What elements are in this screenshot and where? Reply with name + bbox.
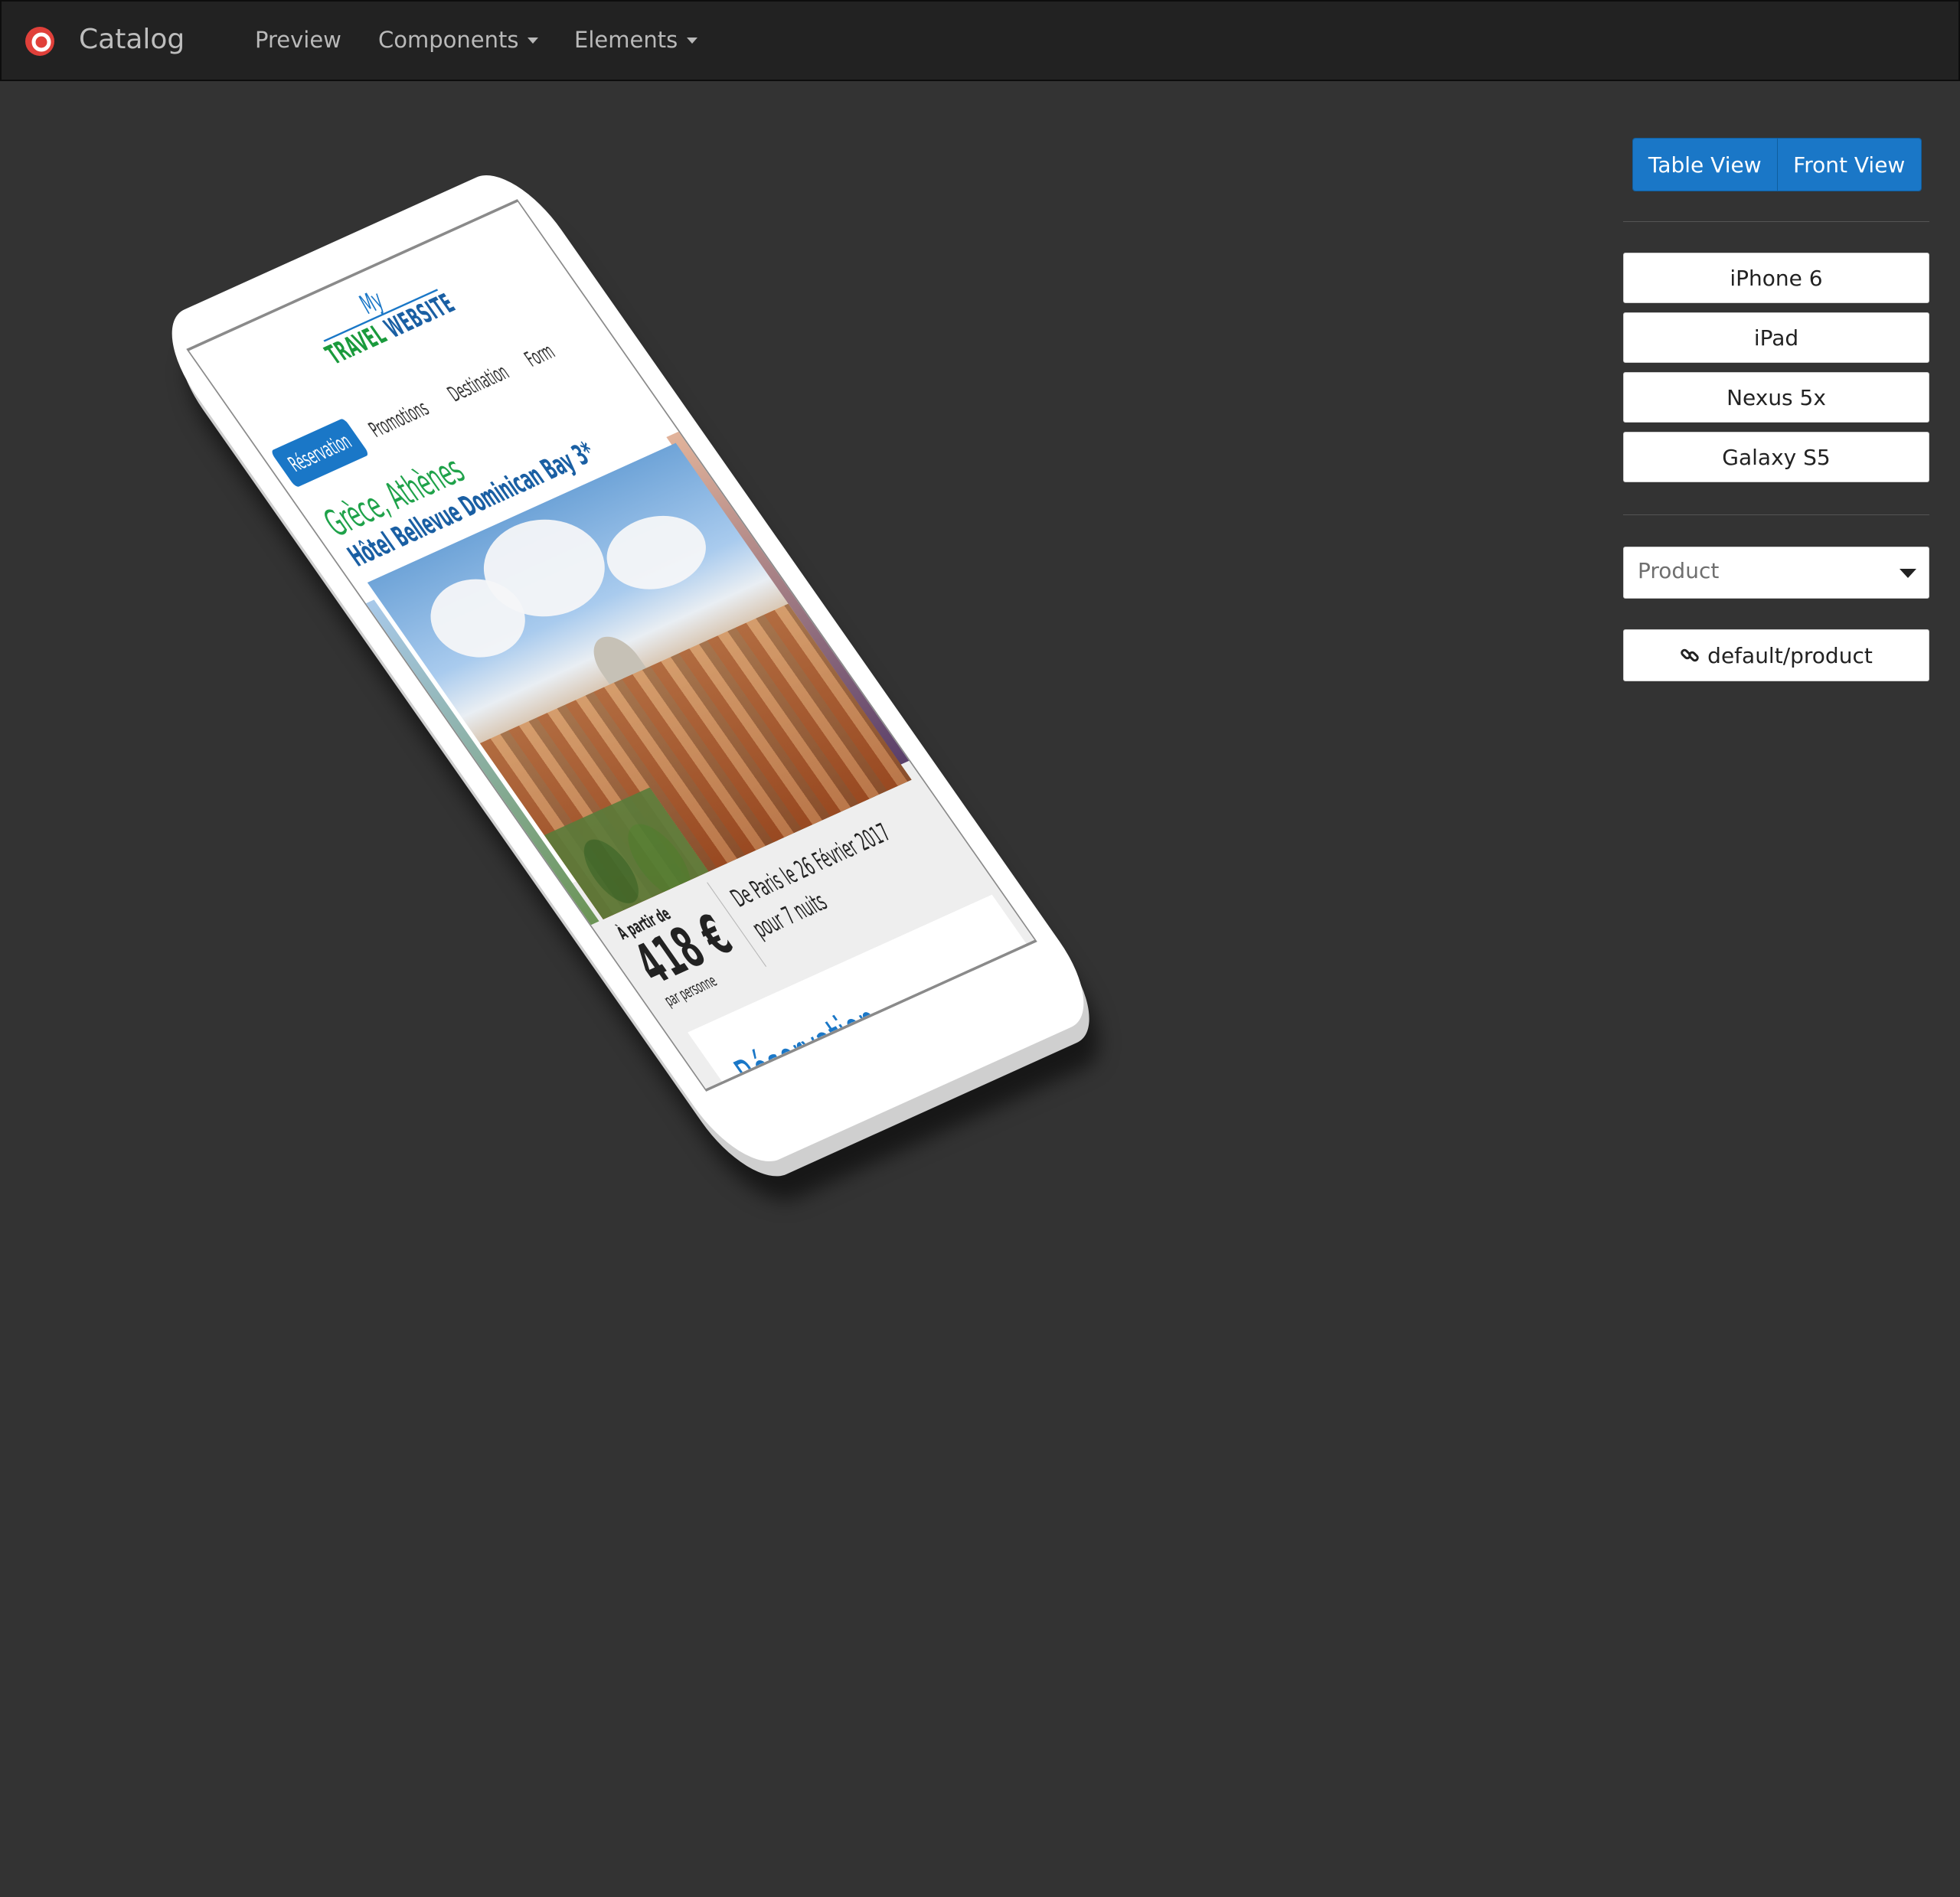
nav-components-label: Components xyxy=(378,27,519,53)
brand-title[interactable]: Catalog xyxy=(79,21,185,58)
chevron-down-icon xyxy=(528,38,539,44)
device-iphone6-button[interactable]: iPhone 6 xyxy=(1623,253,1929,303)
product-select-value: Product xyxy=(1638,558,1720,583)
device-ipad-button[interactable]: iPad xyxy=(1623,312,1929,363)
menu-form[interactable]: Form xyxy=(520,339,560,372)
top-navbar: Catalog Preview Components Elements xyxy=(0,0,1960,81)
divider xyxy=(1623,514,1929,515)
menu-promotions[interactable]: Promotions xyxy=(364,396,434,442)
caret-down-icon xyxy=(1900,569,1916,578)
device-nexus5x-button[interactable]: Nexus 5x xyxy=(1623,372,1929,423)
nav-preview[interactable]: Preview xyxy=(255,23,341,57)
nav-elements[interactable]: Elements xyxy=(574,23,698,57)
front-view-button[interactable]: Front View xyxy=(1776,139,1921,191)
phone-mockup: My TRAVEL WEBSITE Réservation Promotions… xyxy=(148,161,1114,1191)
chevron-down-icon xyxy=(687,38,698,44)
menu-reservation[interactable]: Réservation xyxy=(270,417,371,488)
divider xyxy=(1623,221,1929,222)
menu-destination[interactable]: Destination xyxy=(443,360,514,406)
table-view-button[interactable]: Table View xyxy=(1633,139,1777,191)
device-galaxys5-button[interactable]: Galaxy S5 xyxy=(1623,432,1929,482)
default-product-link-label: default/product xyxy=(1707,642,1873,668)
product-select[interactable]: Product xyxy=(1623,547,1929,599)
nav-elements-label: Elements xyxy=(574,27,678,53)
nav-components[interactable]: Components xyxy=(378,23,539,57)
view-toggle-group: Table View Front View xyxy=(1632,138,1922,191)
cloud xyxy=(590,501,723,604)
catalog-logo-icon[interactable] xyxy=(24,26,55,57)
link-icon xyxy=(1681,648,1699,662)
default-product-link-button[interactable]: default/product xyxy=(1623,629,1929,681)
